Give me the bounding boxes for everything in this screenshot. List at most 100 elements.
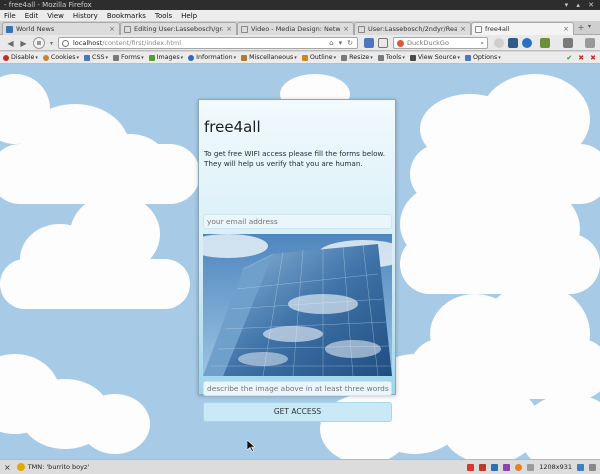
close-icon[interactable]: × xyxy=(226,25,232,33)
addon-icon[interactable] xyxy=(540,38,550,48)
menu-history[interactable]: History xyxy=(73,12,98,20)
devbar-label: Images xyxy=(156,54,180,61)
search-bar[interactable]: DuckDuckGo ⌕ xyxy=(393,37,488,49)
describe-image-field[interactable] xyxy=(203,381,392,396)
menu-help[interactable]: Help xyxy=(181,12,197,20)
devbar-label: Outline xyxy=(309,54,333,61)
close-findbar-icon[interactable]: × xyxy=(4,463,11,472)
tab-editing-user[interactable]: Editing User:Lassebosch/gra... × xyxy=(120,22,237,35)
page-favicon-icon xyxy=(241,25,248,33)
addon-status-icon[interactable] xyxy=(467,463,475,471)
tab-free4all[interactable]: free4all × xyxy=(471,22,574,35)
devbar-options[interactable]: Options ▾ xyxy=(464,54,501,61)
reload-icon[interactable]: ↻ xyxy=(347,39,353,47)
extension-icon[interactable] xyxy=(364,38,374,48)
email-field[interactable] xyxy=(203,214,392,229)
url-bar[interactable]: localhost /content/first/index.html ⌂ ▾ … xyxy=(58,37,358,49)
error-icon[interactable]: ✖ xyxy=(578,54,584,62)
home-icon[interactable]: ⌂ xyxy=(329,39,333,47)
dropdown-icon[interactable]: ▾ xyxy=(339,39,343,47)
site-identity-icon[interactable] xyxy=(62,39,69,47)
close-icon[interactable]: × xyxy=(460,25,466,33)
images-icon xyxy=(148,54,155,61)
menu-file[interactable]: File xyxy=(4,12,16,20)
page-favicon-icon xyxy=(475,25,482,33)
devbar-disable[interactable]: Disable ▾ xyxy=(3,54,38,61)
status-bar: × TMN: 'burrito boyz' 1208x931 xyxy=(0,459,600,474)
devbar-information[interactable]: Information ▾ xyxy=(188,54,236,61)
page-favicon-icon xyxy=(124,25,131,33)
tab-world-news[interactable]: World News × xyxy=(2,22,120,35)
tools-icon[interactable] xyxy=(563,38,573,48)
close-icon[interactable]: × xyxy=(343,25,349,33)
tab-label: Video - Media Design: Networ... xyxy=(251,25,341,33)
warning-icon[interactable]: ✖ xyxy=(590,54,596,62)
home-button-icon[interactable] xyxy=(508,38,518,48)
page-title: free4all xyxy=(204,118,261,136)
back-button[interactable]: ◀ xyxy=(5,38,16,49)
window-controls[interactable]: ▾ ▴ ✕ xyxy=(565,0,597,10)
devbar-resize[interactable]: Resize ▾ xyxy=(341,54,373,61)
sync-status-icon[interactable] xyxy=(491,463,499,471)
tab-label: Editing User:Lassebosch/gra... xyxy=(134,25,224,33)
cookie-status-icon[interactable] xyxy=(527,463,535,471)
url-path: /content/first/index.html xyxy=(102,39,181,47)
devbar-label: CSS xyxy=(92,54,105,61)
devbar-label: Resize xyxy=(349,54,370,61)
tools-icon xyxy=(377,54,384,61)
get-access-button[interactable]: GET ACCESS xyxy=(203,402,392,422)
devbar-outline[interactable]: Outline ▾ xyxy=(301,54,336,61)
devbar-images[interactable]: Images ▾ xyxy=(148,54,183,61)
info-icon xyxy=(188,54,195,61)
firebug-icon[interactable] xyxy=(479,463,487,471)
stop-reload-icon[interactable] xyxy=(33,37,45,49)
rss-icon[interactable] xyxy=(515,463,523,471)
screen-resolution: 1208x931 xyxy=(539,463,572,471)
microphone-icon[interactable] xyxy=(494,38,504,48)
trackmenot-icon[interactable] xyxy=(16,463,25,471)
tab-user-readings[interactable]: User:Lassebosch/2ndyr/Read... × xyxy=(354,22,471,35)
menu-bookmarks[interactable]: Bookmarks xyxy=(107,12,146,20)
search-icon[interactable]: ⌕ xyxy=(480,39,487,48)
menu-tools[interactable]: Tools xyxy=(155,12,172,20)
validation-ok-icon[interactable]: ✔ xyxy=(566,54,572,62)
menu-status-icon[interactable] xyxy=(589,463,596,471)
status-text: TMN: 'burrito boyz' xyxy=(27,463,90,471)
options-icon xyxy=(464,54,471,61)
overflow-icon[interactable] xyxy=(585,38,595,48)
tab-video-media-design[interactable]: Video - Media Design: Networ... × xyxy=(237,22,354,35)
devbar-tools[interactable]: Tools ▾ xyxy=(377,54,405,61)
access-form-card: free4all To get free WIFI access please … xyxy=(198,99,396,422)
new-tab-button[interactable]: + xyxy=(576,23,586,33)
menu-edit[interactable]: Edit xyxy=(25,12,39,20)
forward-button[interactable]: ▶ xyxy=(18,38,29,49)
devbar-label: Miscellaneous xyxy=(249,54,294,61)
extension-status-icon[interactable] xyxy=(503,463,511,471)
navigation-bar: ◀ ▶ ▾ localhost /content/first/index.htm… xyxy=(0,35,600,51)
duckduckgo-icon xyxy=(397,39,404,47)
outline-icon xyxy=(301,54,308,61)
noscript-icon[interactable] xyxy=(378,38,388,48)
tab-label: free4all xyxy=(485,25,510,33)
devbar-cookies[interactable]: Cookies ▾ xyxy=(42,54,79,61)
devbar-forms[interactable]: Forms ▾ xyxy=(112,54,144,61)
close-icon[interactable]: × xyxy=(109,25,115,33)
list-tabs-icon[interactable]: ▾ xyxy=(588,23,591,30)
devbar-label: Tools xyxy=(385,54,402,61)
devbar-view-source[interactable]: View Source ▾ xyxy=(409,54,460,61)
sync-icon[interactable] xyxy=(522,38,532,48)
window-title: - free4all - Mozilla Firefox xyxy=(4,1,92,9)
devbar-label: Disable xyxy=(11,54,35,61)
menu-bar: File Edit View History Bookmarks Tools H… xyxy=(0,10,600,21)
menu-view[interactable]: View xyxy=(47,12,64,20)
resize-status-icon[interactable] xyxy=(577,463,584,471)
history-dropdown-icon[interactable]: ▾ xyxy=(46,38,57,49)
page-viewport: free4all To get free WIFI access please … xyxy=(0,64,600,459)
tab-bar: World News × Editing User:Lassebosch/gra… xyxy=(0,21,600,35)
close-icon[interactable]: × xyxy=(563,25,569,33)
url-host: localhost xyxy=(73,39,103,47)
devbar-miscellaneous[interactable]: Miscellaneous ▾ xyxy=(241,54,297,61)
css-icon xyxy=(84,54,91,61)
window-title-bar: - free4all - Mozilla Firefox ▾ ▴ ✕ xyxy=(0,0,600,10)
devbar-css[interactable]: CSS ▾ xyxy=(84,54,108,61)
